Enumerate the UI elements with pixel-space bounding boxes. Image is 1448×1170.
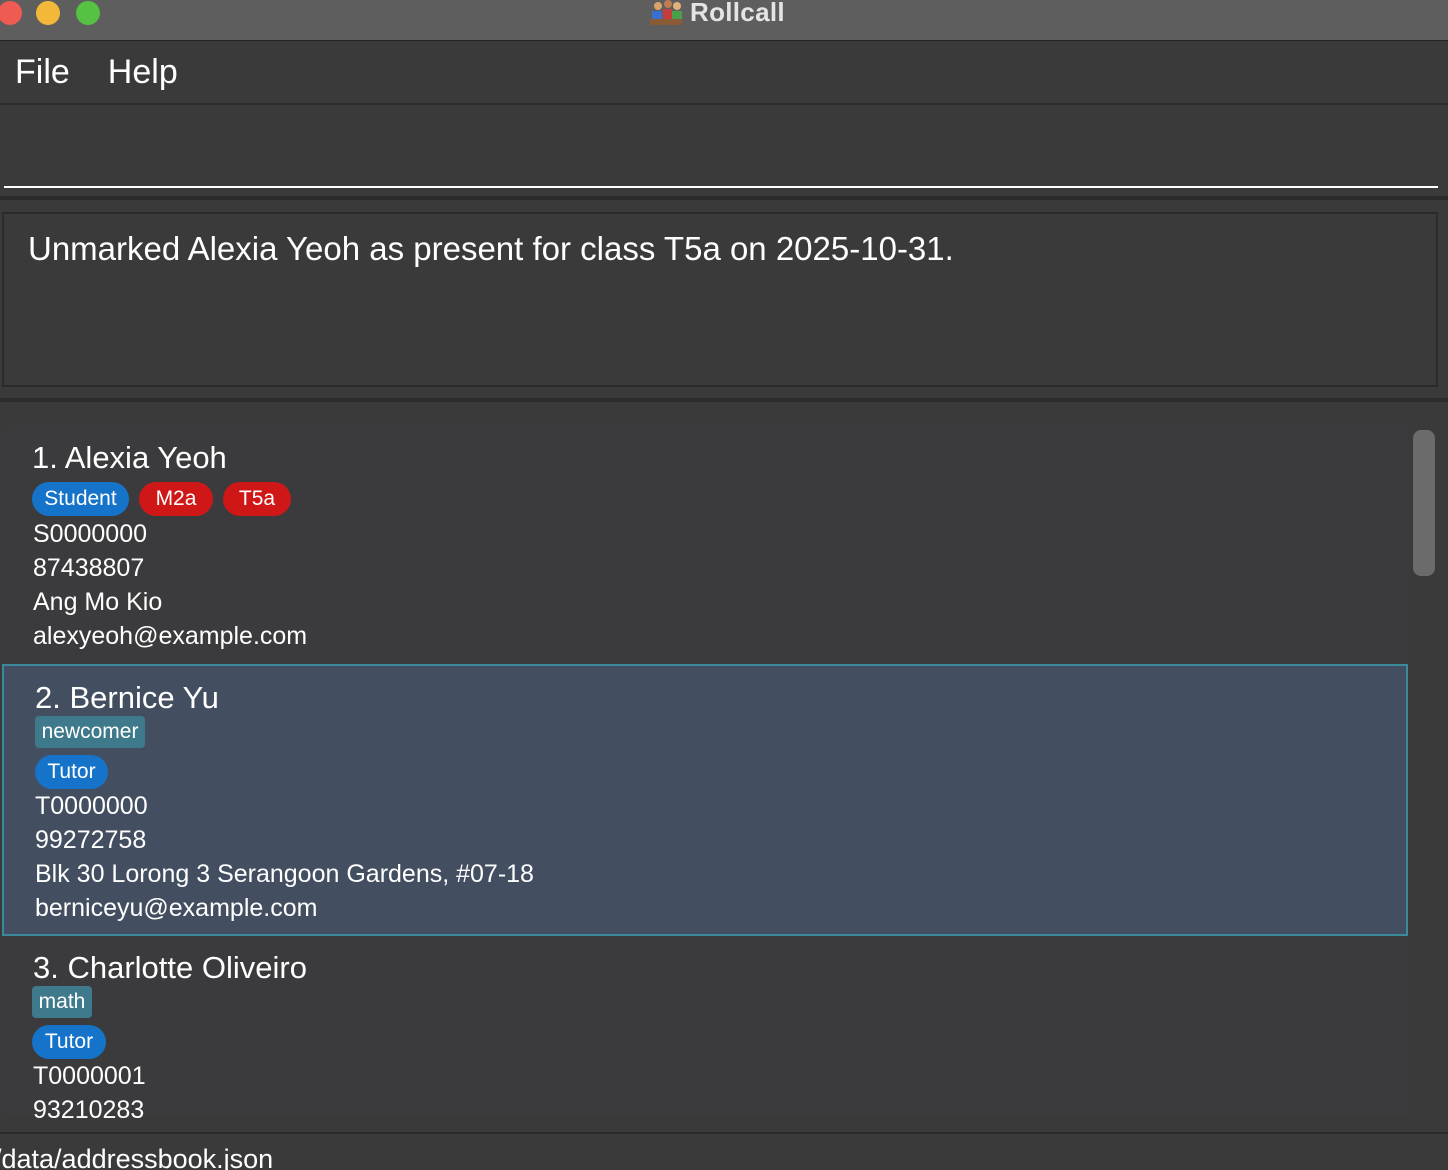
person-list-panel[interactable]: 1. Alexia Yeoh Student M2a T5a S0000000 …: [0, 398, 1448, 1132]
person-id: T0000001: [33, 1062, 146, 1090]
menu-bar: File Help: [0, 41, 1448, 105]
result-message: Unmarked Alexia Yeoh as present for clas…: [28, 230, 954, 267]
person-card[interactable]: 3. Charlotte Oliveiro math Tutor T000000…: [2, 936, 1408, 1124]
person-id: S0000000: [33, 520, 148, 548]
role-tag: Student: [32, 482, 129, 516]
window-title-group: Rollcall: [650, 0, 785, 30]
list-scrollbar[interactable]: [1413, 430, 1435, 576]
person-phone: 93210283: [33, 1096, 145, 1124]
command-box: [0, 106, 1448, 200]
window-titlebar: Rollcall: [0, 0, 1448, 41]
person-address: Ang Mo Kio: [33, 588, 163, 616]
class-tag: T5a: [223, 482, 291, 516]
plain-tag: newcomer: [35, 716, 145, 748]
person-card-selected[interactable]: 2. Bernice Yu newcomer Tutor T0000000 99…: [2, 664, 1408, 936]
close-window-button[interactable]: [0, 1, 22, 25]
role-tag: Tutor: [35, 755, 108, 789]
result-display: Unmarked Alexia Yeoh as present for clas…: [2, 212, 1438, 387]
minimize-window-button[interactable]: [36, 1, 60, 25]
window-title: Rollcall: [690, 0, 785, 27]
command-input[interactable]: [4, 106, 1438, 188]
person-name: 1. Alexia Yeoh: [32, 440, 227, 475]
maximize-window-button[interactable]: [76, 1, 100, 25]
person-address: Blk 30 Lorong 3 Serangoon Gardens, #07-1…: [35, 860, 534, 888]
person-phone: 99272758: [35, 826, 147, 854]
person-email: alexyeoh@example.com: [33, 622, 308, 650]
person-name: 3. Charlotte Oliveiro: [33, 950, 307, 985]
status-bar: /data/addressbook.json: [0, 1132, 1448, 1170]
person-phone: 87438807: [33, 554, 145, 582]
role-tag: Tutor: [32, 1025, 106, 1059]
rollcall-app-icon: [650, 0, 682, 26]
person-email: berniceyu@example.com: [35, 894, 318, 922]
person-name: 2. Bernice Yu: [35, 680, 219, 715]
person-card[interactable]: 1. Alexia Yeoh Student M2a T5a S0000000 …: [2, 426, 1408, 664]
person-id: T0000000: [35, 792, 148, 820]
plain-tag: math: [32, 986, 92, 1018]
class-tag: M2a: [139, 482, 213, 516]
menu-help[interactable]: Help: [108, 53, 178, 92]
menu-file[interactable]: File: [15, 53, 70, 92]
save-location-path: /data/addressbook.json: [0, 1144, 274, 1170]
